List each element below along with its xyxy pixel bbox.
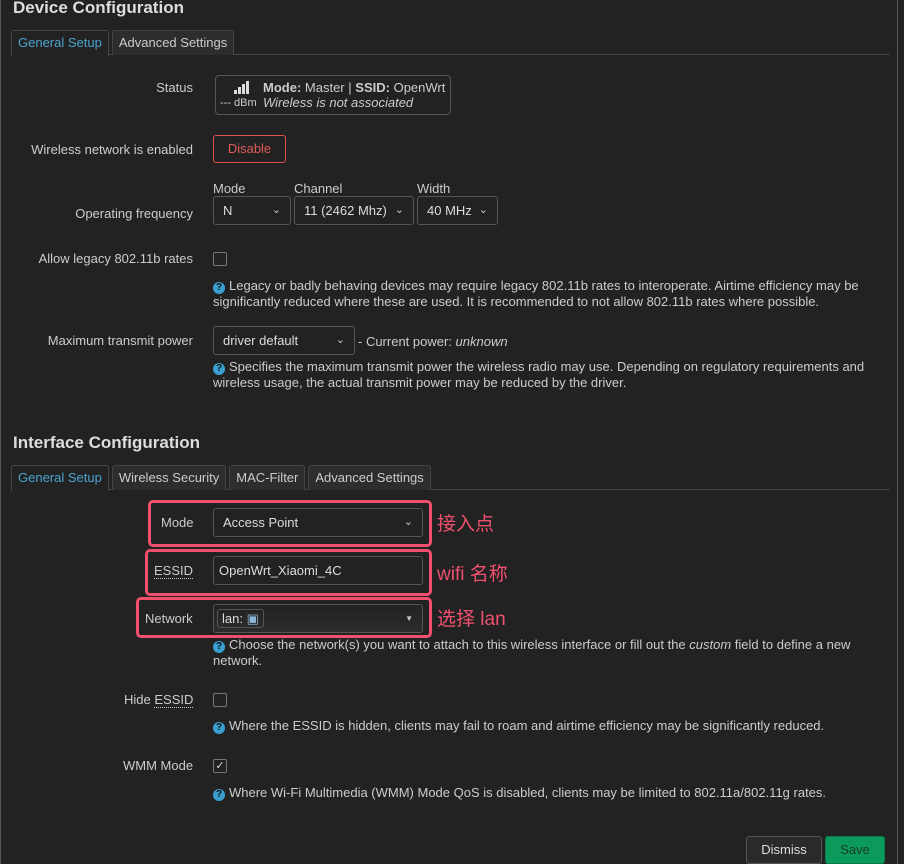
current-power: - Current power: unknown bbox=[358, 334, 508, 349]
modal-frame bbox=[0, 0, 898, 864]
enabled-label: Wireless network is enabled bbox=[31, 142, 193, 157]
network-help: ? Choose the network(s) you want to attac… bbox=[213, 637, 851, 668]
hide-essid-help: ? Where the ESSID is hidden, clients may … bbox=[213, 718, 873, 734]
mode-header: Mode bbox=[213, 181, 246, 196]
mode-select[interactable]: N ⌄ bbox=[213, 196, 291, 225]
disable-button[interactable]: Disable bbox=[213, 135, 286, 163]
help-icon: ? bbox=[213, 722, 225, 734]
txpower-label: Maximum transmit power bbox=[47, 333, 193, 348]
annotation-box-essid bbox=[145, 549, 432, 596]
wmm-label: WMM Mode bbox=[123, 758, 194, 773]
chevron-down-icon: ⌄ bbox=[271, 204, 281, 216]
annotation-essid: wifi 名称 bbox=[437, 564, 508, 585]
wmm-checkbox[interactable]: ✓ bbox=[213, 759, 227, 773]
interface-config-title: Interface Configuration bbox=[13, 433, 201, 452]
legacy-help: ? Legacy or badly behaving devices may re… bbox=[213, 278, 859, 309]
interface-tabs: General Setup Wireless Security MAC-Filt… bbox=[11, 465, 890, 491]
annotation-box-mode bbox=[148, 500, 432, 547]
help-icon: ? bbox=[213, 641, 225, 653]
chevron-down-icon: ⌄ bbox=[394, 204, 404, 216]
chevron-down-icon: ⌄ bbox=[478, 204, 488, 216]
hide-essid-checkbox[interactable] bbox=[213, 693, 227, 707]
hide-essid-label: Hide ESSID bbox=[124, 692, 194, 708]
width-select[interactable]: 40 MHz ⌄ bbox=[417, 196, 498, 225]
txpower-help: ? Specifies the maximum transmit power th… bbox=[213, 359, 865, 390]
save-button[interactable]: Save bbox=[825, 836, 885, 864]
frequency-label: Operating frequency bbox=[75, 206, 193, 221]
width-header: Width bbox=[417, 181, 451, 196]
device-config-title: Device Configuration bbox=[13, 0, 184, 17]
help-icon: ? bbox=[213, 789, 225, 801]
status-box: --- dBm Mode: Master | SSID: OpenWrt Wir… bbox=[215, 75, 451, 115]
tab-advanced-settings[interactable]: Advanced Settings bbox=[308, 465, 431, 490]
annotation-box-network bbox=[136, 597, 432, 638]
device-tabs: General Setup Advanced Settings bbox=[11, 30, 890, 56]
status-label: Status bbox=[156, 80, 193, 95]
wmm-help: ? Where Wi-Fi Multimedia (WMM) Mode QoS i… bbox=[213, 785, 873, 801]
signal-icon bbox=[234, 81, 250, 94]
tab-general-setup[interactable]: General Setup bbox=[11, 465, 109, 491]
legacy-checkbox[interactable] bbox=[213, 252, 227, 266]
tab-wireless-security[interactable]: Wireless Security bbox=[111, 465, 227, 490]
annotation-mode: 接入点 bbox=[437, 514, 495, 535]
tab-mac-filter[interactable]: MAC-Filter bbox=[229, 465, 306, 490]
dismiss-button[interactable]: Dismiss bbox=[746, 836, 822, 864]
tab-advanced-settings[interactable]: Advanced Settings bbox=[111, 30, 235, 55]
channel-header: Channel bbox=[294, 181, 343, 196]
help-icon: ? bbox=[213, 282, 225, 294]
tab-general-setup[interactable]: General Setup bbox=[11, 30, 109, 56]
txpower-select[interactable]: driver default ⌄ bbox=[213, 326, 355, 355]
channel-select[interactable]: 11 (2462 Mhz) ⌄ bbox=[294, 196, 414, 225]
signal-dbm: --- dBm bbox=[220, 97, 257, 109]
help-icon: ? bbox=[213, 363, 225, 375]
legacy-label: Allow legacy 802.11b rates bbox=[38, 251, 193, 266]
chevron-down-icon: ⌄ bbox=[335, 334, 345, 346]
annotation-network: 选择 lan bbox=[437, 609, 506, 630]
status-mode: Mode: Master | SSID: OpenWrt bbox=[263, 80, 446, 95]
status-message: Wireless is not associated bbox=[263, 95, 414, 110]
